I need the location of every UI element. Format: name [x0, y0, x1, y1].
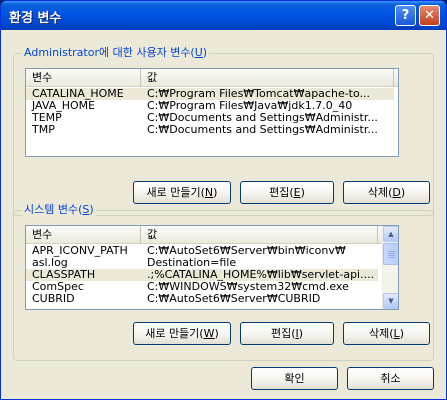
- user-delete-button[interactable]: 삭제(D): [343, 181, 430, 204]
- table-row[interactable]: CLASSPATH .;%CATALINA_HOME%₩lib₩servlet-…: [26, 269, 378, 281]
- user-edit-button[interactable]: 편집(E): [240, 181, 334, 204]
- help-icon: ?: [401, 8, 410, 23]
- environment-variables-dialog: 환경 변수 ? ✕ Administrator에 대한 사용자 변수(U) 변수…: [0, 0, 447, 400]
- user-variables-rows: CATALINA_HOME C:₩Program Files₩Tomcat₩ap…: [26, 88, 394, 136]
- system-variables-legend: 시스템 변수(S): [22, 203, 96, 217]
- system-variables-rows: APR_ICONV_PATH C:₩AutoSet6₩Server₩bin₩ic…: [26, 245, 378, 305]
- user-new-button[interactable]: 새로 만들기(N): [133, 181, 231, 204]
- help-button[interactable]: ?: [395, 5, 416, 26]
- window-title: 환경 변수: [9, 11, 62, 26]
- system-variables-header: 변수 값: [26, 226, 382, 244]
- table-row[interactable]: ComSpec C:₩WINDOWS₩system32₩cmd.exe: [26, 281, 378, 293]
- close-button[interactable]: ✕: [419, 5, 440, 26]
- close-icon: ✕: [424, 8, 435, 23]
- column-header-variable[interactable]: 변수: [26, 226, 141, 244]
- table-row[interactable]: CUBRID C:₩AutoSet6₩Server₩CUBRID: [26, 293, 378, 305]
- cancel-button[interactable]: 취소: [347, 367, 434, 390]
- user-variables-list[interactable]: 변수 값 CATALINA_HOME C:₩Program Files₩Tomc…: [25, 68, 399, 157]
- dialog-body: Administrator에 대한 사용자 변수(U) 변수 값 CATALIN…: [5, 30, 442, 397]
- column-header-variable[interactable]: 변수: [26, 69, 141, 87]
- table-row[interactable]: APR_ICONV_PATH C:₩AutoSet6₩Server₩bin₩ic…: [26, 245, 378, 257]
- system-new-button[interactable]: 새로 만들기(W): [133, 322, 231, 345]
- column-header-value[interactable]: 값: [141, 226, 378, 244]
- column-header-value[interactable]: 값: [141, 69, 394, 87]
- scroll-thumb[interactable]: [383, 243, 398, 265]
- table-row[interactable]: CATALINA_HOME C:₩Program Files₩Tomcat₩ap…: [26, 88, 394, 100]
- system-variables-scrollbar[interactable]: ▲ ▼: [382, 226, 398, 309]
- table-row[interactable]: JAVA_HOME C:₩Program Files₩Java₩jdk1.7.0…: [26, 100, 394, 112]
- scroll-up-icon: ▲: [388, 230, 394, 238]
- scroll-down-icon: ▼: [388, 297, 394, 305]
- system-variables-group: 시스템 변수(S) 변수 값 APR_ICONV_PATH C:₩AutoSet…: [13, 203, 434, 361]
- scroll-down-button[interactable]: ▼: [383, 293, 398, 309]
- user-variables-group: Administrator에 대한 사용자 변수(U) 변수 값 CATALIN…: [13, 46, 434, 216]
- table-row[interactable]: asl.log Destination=file: [26, 257, 378, 269]
- user-variables-header: 변수 값: [26, 69, 398, 87]
- title-bar[interactable]: 환경 변수 ? ✕: [1, 1, 446, 30]
- system-delete-button[interactable]: 삭제(L): [343, 322, 430, 345]
- user-variables-legend: Administrator에 대한 사용자 변수(U): [22, 46, 210, 60]
- table-row[interactable]: TMP C:₩Documents and Settings₩Administr.…: [26, 124, 394, 136]
- system-edit-button[interactable]: 편집(I): [240, 322, 334, 345]
- table-row[interactable]: TEMP C:₩Documents and Settings₩Administr…: [26, 112, 394, 124]
- ok-button[interactable]: 확인: [251, 367, 338, 390]
- scroll-up-button[interactable]: ▲: [383, 226, 398, 242]
- system-variables-list[interactable]: 변수 값 APR_ICONV_PATH C:₩AutoSet6₩Server₩b…: [25, 225, 399, 310]
